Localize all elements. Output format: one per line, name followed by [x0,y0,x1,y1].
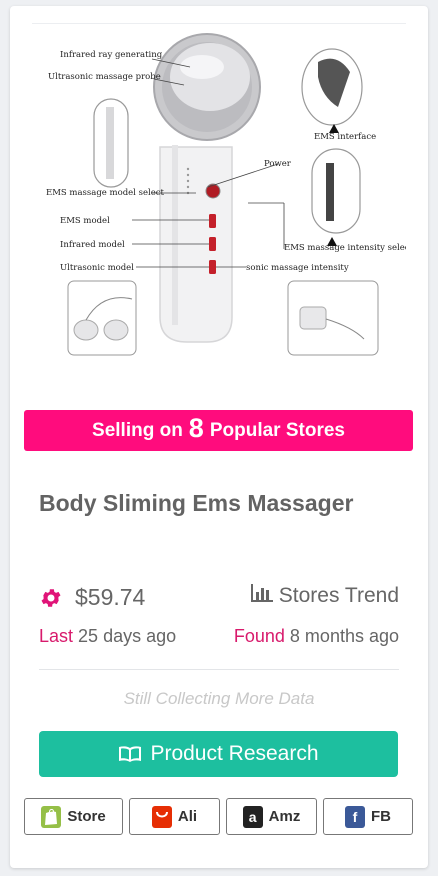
stores-trend-link[interactable]: Stores Trend [250,584,399,608]
store-button-label: Store [67,808,106,825]
product-price: $59.74 [75,584,146,610]
banner-prefix: Selling on [92,419,183,441]
label-ems-model: EMS model [60,216,110,226]
aliexpress-icon [151,805,172,828]
price-row: $59.74 Stores Trend [39,584,399,614]
info-divider [39,669,399,670]
amazon-button[interactable]: a Amz [226,798,317,835]
store-links: Store Ali a Amz f FB [24,798,413,835]
found-label: Found [233,626,285,646]
label-infrared: Infrared ray generating [60,50,163,60]
top-divider [32,23,406,24]
label-ultrasonic-model: Ultrasonic model [60,263,134,273]
book-icon [118,745,142,763]
banner-suffix: Popular Stores [209,419,345,441]
last-value: 25 days ago [78,626,177,646]
label-ems-intensity-select: EMS massage intensity select [284,243,406,253]
label-ultrasonic-probe: Ultrasonic massage probe [48,72,161,82]
product-title[interactable]: Body Sliming Ems Massager [39,490,353,517]
collecting-note: Still Collecting More Data [123,689,315,708]
last-label: Last [39,626,74,646]
facebook-icon: f [345,805,365,828]
product-card: Infrared ray generating Ultrasonic massa… [10,6,428,868]
product-image[interactable]: Infrared ray generating Ultrasonic massa… [32,27,406,365]
store-button[interactable]: Store [24,798,123,835]
product-research-label: Product Research [150,742,319,765]
ali-button-label: Ali [177,808,198,825]
label-ems-interface: EMS interface [314,132,376,142]
amazon-button-label: Amz [268,808,301,825]
shopify-icon [41,805,62,828]
ali-button[interactable]: Ali [129,798,220,835]
label-power: Power [264,159,292,169]
info-row: Last 25 days ago Found 8 months ago [39,626,399,650]
facebook-button[interactable]: f FB [323,798,413,835]
label-sonic-intensity: sonic massage intensity [246,263,349,273]
amazon-icon: a [242,805,263,828]
product-research-button[interactable]: Product Research [39,731,398,777]
selling-banner: Selling on 8 Popular Stores [24,410,413,451]
gear-icon[interactable] [39,586,63,610]
bar-chart-icon [250,584,273,608]
label-ems-model-select: EMS massage model select [46,188,164,198]
stores-trend-label: Stores Trend [278,584,399,607]
label-infrared-model: Infrared model [60,240,125,250]
facebook-button-label: FB [371,808,391,825]
last-seen: Last 25 days ago [39,626,176,647]
found-date: Found 8 months ago [234,626,399,647]
banner-count: 8 [188,413,204,443]
found-value: 8 months ago [289,626,399,646]
